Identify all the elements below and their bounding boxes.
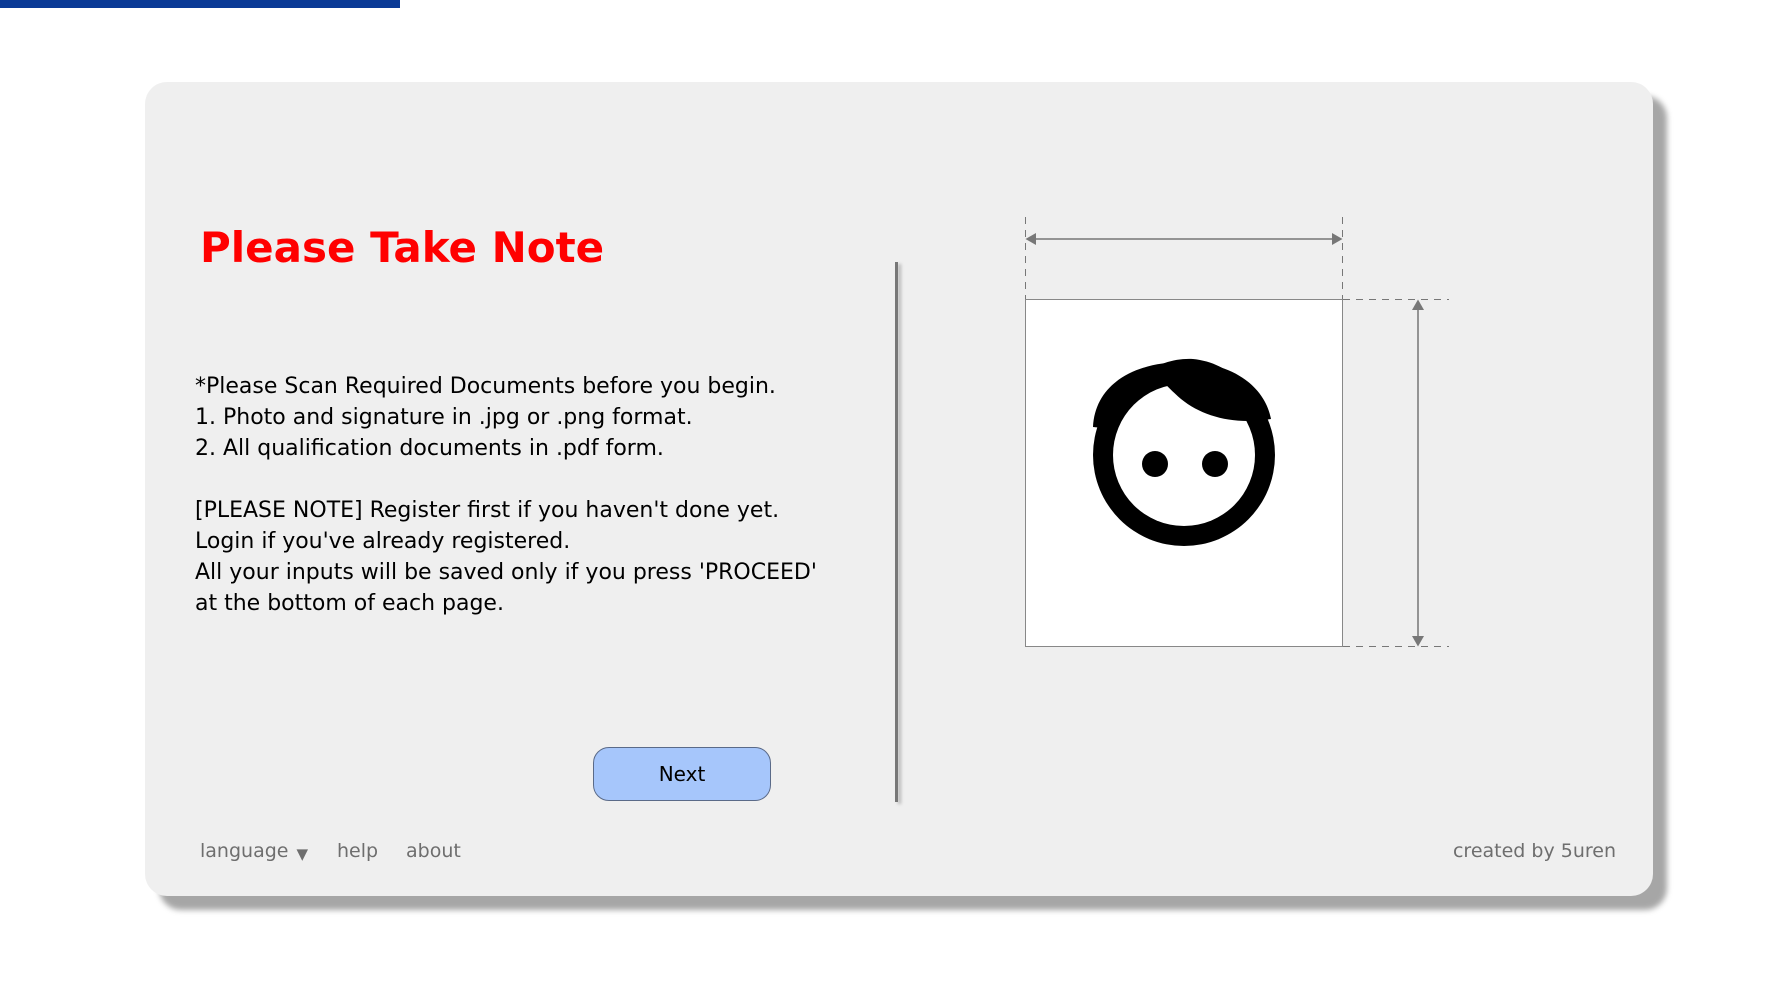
instructions-text: *Please Scan Required Documents before y… (195, 371, 817, 619)
language-selector[interactable]: language ▼ (200, 840, 308, 863)
next-button[interactable]: Next (593, 747, 771, 801)
height-dimension (1343, 299, 1449, 647)
width-dimension (1025, 217, 1343, 299)
face-icon (1093, 358, 1275, 546)
caret-down-icon: ▼ (296, 845, 309, 863)
instruction-line: Login if you've already registered. (195, 529, 571, 554)
notice-card: Please Take Note *Please Scan Required D… (145, 82, 1653, 896)
credit-text: created by 5uren (1452, 840, 1616, 862)
about-link[interactable]: about (406, 840, 461, 862)
instruction-line: [PLEASE NOTE] Register first if you have… (195, 498, 780, 523)
instruction-line: All your inputs will be saved only if yo… (195, 560, 817, 585)
vertical-divider (895, 262, 898, 802)
instruction-line: *Please Scan Required Documents before y… (195, 374, 776, 399)
language-label: language (200, 840, 289, 862)
footer: language ▼ help about created by 5uren (145, 840, 1653, 870)
help-link[interactable]: help (337, 840, 378, 862)
instruction-line: 1. Photo and signature in .jpg or .png f… (195, 405, 693, 430)
top-accent-bar (0, 0, 400, 8)
instruction-line: at the bottom of each page. (195, 591, 504, 616)
instruction-line: 2. All qualification documents in .pdf f… (195, 436, 664, 461)
page-title: Please Take Note (200, 223, 605, 272)
photo-size-diagram (1025, 217, 1449, 647)
